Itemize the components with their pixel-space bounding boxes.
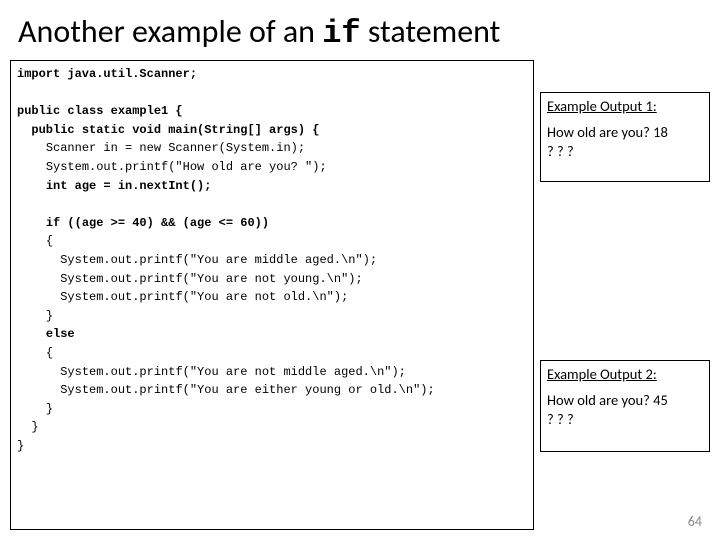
output-title: Example Output 2: — [547, 365, 703, 385]
code-line: public class example1 { — [17, 104, 183, 118]
slide-title: Another example of an if statement — [0, 0, 720, 60]
output-line: ? ? ? — [547, 142, 703, 162]
code-line: } — [17, 309, 53, 323]
code-line: System.out.printf("You are middle aged.\… — [17, 253, 377, 267]
code-line: public static void main(String[] args) { — [17, 123, 319, 137]
code-line: else — [17, 327, 75, 341]
code-line: Scanner in = new Scanner(System.in); — [17, 141, 305, 155]
code-listing: import java.util.Scanner; public class e… — [10, 60, 534, 530]
title-text-before: Another example of an — [18, 12, 322, 51]
example-output-2: Example Output 2: How old are you? 45 ? … — [540, 360, 710, 452]
code-line: } — [17, 439, 24, 453]
title-text-after: statement — [361, 12, 501, 51]
code-line: System.out.printf("You are not middle ag… — [17, 365, 406, 379]
code-line: System.out.printf("You are either young … — [17, 383, 435, 397]
code-line: if ((age >= 40) && (age <= 60)) — [17, 216, 269, 230]
code-line: import java.util.Scanner; — [17, 67, 197, 81]
page-number: 64 — [688, 513, 702, 530]
code-line: System.out.printf("You are not young.\n"… — [17, 272, 363, 286]
code-line: System.out.printf("How old are you? "); — [17, 160, 327, 174]
code-line: { — [17, 346, 53, 360]
code-line: int age = in.nextInt(); — [17, 179, 211, 193]
output-title: Example Output 1: — [547, 97, 703, 117]
code-line: } — [17, 420, 39, 434]
output-line: How old are you? 45 — [547, 391, 703, 411]
example-output-1: Example Output 1: How old are you? 18 ? … — [540, 92, 710, 182]
code-line: } — [17, 402, 53, 416]
code-line: System.out.printf("You are not old.\n"); — [17, 290, 348, 304]
title-code-keyword: if — [322, 15, 360, 52]
output-line: ? ? ? — [547, 410, 703, 430]
code-line: { — [17, 234, 53, 248]
output-line: How old are you? 18 — [547, 123, 703, 143]
